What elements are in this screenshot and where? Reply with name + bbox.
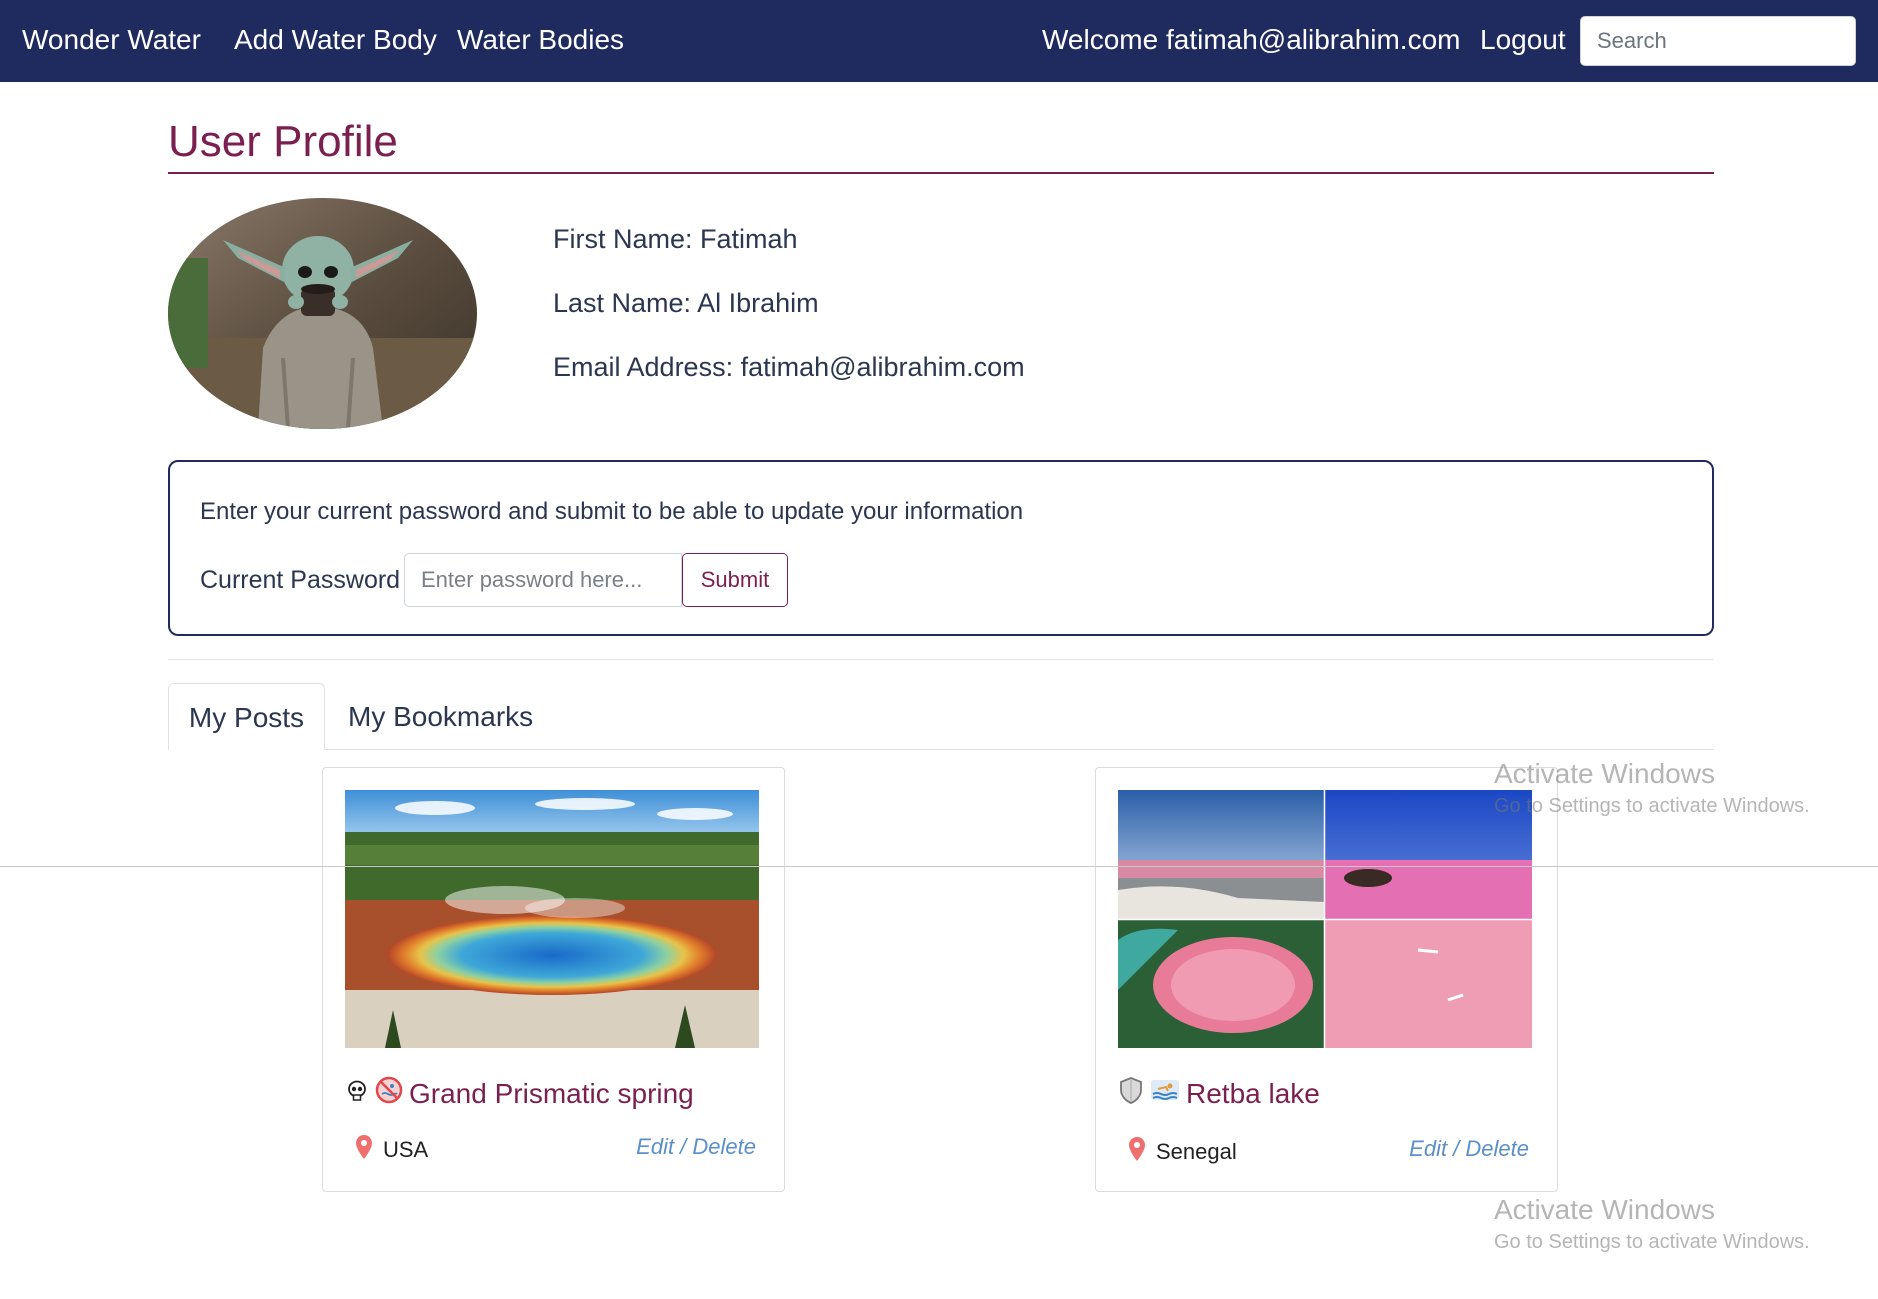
swimming-icon — [1150, 1077, 1180, 1110]
map-pin-icon — [1128, 1136, 1146, 1168]
post-location: Senegal — [1128, 1136, 1237, 1168]
navbar: Wonder Water Add Water Body Water Bodies… — [0, 0, 1878, 82]
post-title[interactable]: Grand Prismatic spring — [345, 1076, 694, 1111]
shield-icon — [1118, 1076, 1144, 1111]
post-title[interactable]: Retba lake — [1118, 1076, 1320, 1111]
map-pin-icon — [355, 1134, 373, 1166]
last-name-text: Last Name: Al Ibrahim — [553, 288, 819, 318]
water-bodies-link[interactable]: Water Bodies — [457, 22, 624, 58]
email-text: Email Address: fatimah@alibrahim.com — [553, 352, 1025, 382]
activate-windows-subtitle: Go to Settings to activate Windows. — [1494, 795, 1810, 817]
page-title: User Profile — [168, 117, 398, 166]
post-card[interactable]: Grand Prismatic spring USA Edit / Delete — [322, 767, 785, 1192]
password-form: Enter your current password and submit t… — [168, 460, 1714, 636]
screen-hairline — [0, 866, 1878, 867]
logout-link[interactable]: Logout — [1480, 22, 1566, 58]
skull-icon — [345, 1078, 369, 1110]
welcome-link[interactable]: Welcome fatimah@alibrahim.com — [1042, 22, 1460, 58]
post-title-text: Grand Prismatic spring — [409, 1077, 694, 1109]
section-divider — [168, 659, 1714, 660]
hot-spring-photo-icon — [345, 790, 759, 1048]
post-location-text: USA — [383, 1137, 429, 1162]
submit-button[interactable]: Submit — [682, 553, 788, 607]
avatar-photo-icon — [168, 198, 477, 429]
post-location: USA — [355, 1134, 428, 1166]
brand-link[interactable]: Wonder Water — [22, 22, 201, 58]
activate-windows-subtitle: Go to Settings to activate Windows. — [1494, 1231, 1810, 1253]
post-card[interactable]: Retba lake Senegal Edit / Delete — [1095, 767, 1558, 1192]
post-title-text: Retba lake — [1186, 1077, 1320, 1109]
no-swimming-icon — [375, 1076, 403, 1111]
current-password-label: Current Password — [200, 566, 401, 594]
tab-my-posts[interactable]: My Posts — [168, 683, 325, 750]
edit-delete-link[interactable]: Edit / Delete — [1409, 1136, 1529, 1162]
first-name-text: First Name: Fatimah — [553, 224, 798, 254]
edit-delete-link[interactable]: Edit / Delete — [636, 1134, 756, 1160]
title-divider — [168, 172, 1714, 174]
tab-my-bookmarks[interactable]: My Bookmarks — [348, 683, 533, 750]
current-password-input[interactable] — [404, 553, 682, 607]
password-instructions: Enter your current password and submit t… — [200, 498, 1024, 525]
search-input[interactable] — [1580, 16, 1856, 66]
post-image[interactable] — [345, 790, 759, 1048]
post-location-text: Senegal — [1156, 1139, 1237, 1164]
avatar — [168, 198, 477, 429]
activate-windows-title: Activate Windows — [1494, 758, 1715, 789]
activate-windows-title: Activate Windows — [1494, 1194, 1715, 1225]
add-water-body-link[interactable]: Add Water Body — [234, 22, 437, 58]
pink-lake-photo-icon — [1118, 790, 1532, 1048]
post-image[interactable] — [1118, 790, 1532, 1048]
